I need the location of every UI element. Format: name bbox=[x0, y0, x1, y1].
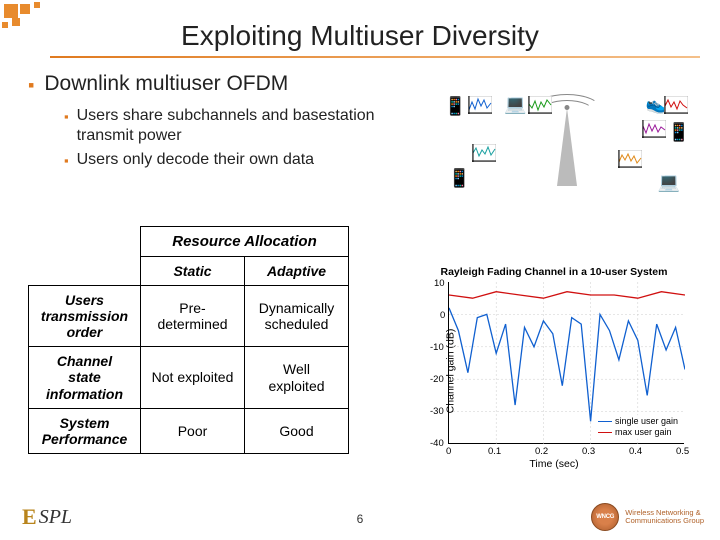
wncg-seal-icon bbox=[591, 503, 619, 531]
xtick: 0.3 bbox=[582, 446, 595, 457]
chart-title: Rayleigh Fading Channel in a 10-user Sys… bbox=[406, 266, 702, 278]
table-cell: Not exploited bbox=[141, 347, 245, 408]
mini-chart-icon bbox=[468, 96, 492, 114]
bullet-marker: ▪ bbox=[64, 109, 69, 125]
xtick: 0.1 bbox=[488, 446, 501, 457]
bullet-marker: ▪ bbox=[28, 75, 34, 96]
laptop-icon: 💻 bbox=[504, 94, 526, 115]
table-cell: Well exploited bbox=[245, 347, 349, 408]
bullet-level2: ▪ Users only decode their own data bbox=[64, 150, 384, 170]
xtick: 0.4 bbox=[629, 446, 642, 457]
ytick: -10 bbox=[430, 342, 444, 353]
mini-chart-icon bbox=[618, 150, 642, 168]
tower-icon bbox=[557, 108, 577, 186]
ytick: 10 bbox=[434, 278, 445, 289]
bullet-text: Users share subchannels and basestation … bbox=[77, 106, 384, 146]
col-header-adaptive: Adaptive bbox=[245, 257, 349, 286]
bullet-text: Downlink multiuser OFDM bbox=[44, 72, 288, 96]
logo-text: SPL bbox=[39, 506, 72, 529]
table-row: System Performance Poor Good bbox=[29, 408, 349, 453]
xtick: 0.5 bbox=[676, 446, 689, 457]
xtick: 0.2 bbox=[535, 446, 548, 457]
logo-line: Communications Group bbox=[625, 517, 704, 525]
xtick: 0 bbox=[446, 446, 451, 457]
mini-chart-icon bbox=[664, 96, 688, 114]
table-cell: Pre-determined bbox=[141, 286, 245, 347]
slide: Exploiting Multiuser Diversity ▪ Downlin… bbox=[0, 0, 720, 540]
espl-logo: ESPL bbox=[22, 504, 72, 530]
ytick: 0 bbox=[440, 310, 445, 321]
table-cell: Dynamically scheduled bbox=[245, 286, 349, 347]
mini-chart-icon bbox=[528, 96, 552, 114]
table-row: Users transmission order Pre-determined … bbox=[29, 286, 349, 347]
phone-icon: 📱 bbox=[668, 122, 690, 143]
row-header: System Performance bbox=[29, 408, 141, 453]
wncg-logo: Wireless Networking & Communications Gro… bbox=[591, 503, 704, 531]
row-header: Channel state information bbox=[29, 347, 141, 408]
resource-allocation-table: Resource Allocation Static Adaptive User… bbox=[28, 226, 349, 454]
page-number: 6 bbox=[357, 512, 364, 526]
chart-plot-area: single user gain max user gain bbox=[448, 282, 684, 444]
phone-icon: 📱 bbox=[448, 168, 470, 189]
bullet-level2: ▪ Users share subchannels and basestatio… bbox=[64, 106, 384, 146]
chart-legend: single user gain max user gain bbox=[596, 415, 680, 439]
chart-xlabel: Time (sec) bbox=[406, 458, 702, 476]
title-underline bbox=[50, 56, 700, 58]
ytick: -40 bbox=[430, 438, 444, 449]
legend-item: single user gain bbox=[615, 416, 678, 427]
col-header-static: Static bbox=[141, 257, 245, 286]
ytick: -20 bbox=[430, 374, 444, 385]
basestation-diagram: 📱 💻 👟 📱 💻 📱 bbox=[442, 92, 692, 218]
phone-icon: 📱 bbox=[444, 96, 466, 117]
laptop-icon: 💻 bbox=[658, 172, 680, 193]
footer: ESPL 6 Wireless Networking & Communicati… bbox=[0, 504, 720, 534]
table-cell: Poor bbox=[141, 408, 245, 453]
row-header: Users transmission order bbox=[29, 286, 141, 347]
mini-chart-icon bbox=[642, 120, 666, 138]
table-header-span: Resource Allocation bbox=[141, 227, 349, 257]
table-row: Channel state information Not exploited … bbox=[29, 347, 349, 408]
table-cell: Good bbox=[245, 408, 349, 453]
bullet-marker: ▪ bbox=[64, 153, 69, 169]
ytick: -30 bbox=[430, 406, 444, 417]
mini-chart-icon bbox=[472, 144, 496, 162]
slide-title: Exploiting Multiuser Diversity bbox=[0, 20, 720, 52]
fading-chart: Rayleigh Fading Channel in a 10-user Sys… bbox=[406, 266, 702, 476]
legend-item: max user gain bbox=[615, 427, 672, 438]
bullet-text: Users only decode their own data bbox=[77, 150, 314, 170]
